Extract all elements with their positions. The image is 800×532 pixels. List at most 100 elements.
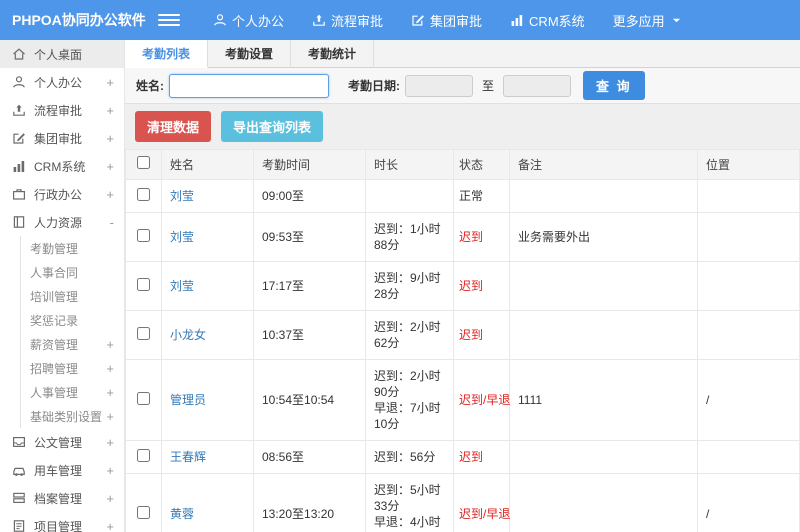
name-cell: 刘莹 xyxy=(161,261,254,311)
sidebar-item[interactable]: 项目管理 + xyxy=(0,512,124,532)
home-icon xyxy=(12,47,26,61)
sidebar-item[interactable]: 薪资管理 + xyxy=(0,332,124,356)
sidebar-item[interactable]: 人事管理 + xyxy=(0,380,124,404)
expand-icon: + xyxy=(106,518,114,532)
sidebar-item[interactable]: 人力资源 - xyxy=(0,208,124,236)
sidebar-item[interactable]: 培训管理 xyxy=(0,284,124,308)
table-row: 王春辉 08:56至 迟到：56分 迟到 xyxy=(125,440,800,474)
sidebar-item-label: 人力资源 xyxy=(34,215,83,230)
search-toolbar: 姓名: 考勤日期: 至 查 询 xyxy=(125,68,800,104)
tab-2[interactable]: 考勤统计 xyxy=(291,40,375,68)
sidebar-item[interactable]: 集团审批 + xyxy=(0,124,124,152)
sidebar-item[interactable]: 奖惩记录 xyxy=(0,308,124,332)
sidebar-item[interactable]: CRM系统 + xyxy=(0,152,124,180)
topnav-label: 个人办公 xyxy=(232,13,285,29)
sidebar-item[interactable]: 考勤管理 xyxy=(0,236,124,260)
row-checkbox[interactable] xyxy=(137,448,150,462)
sidebar-item-label: 流程审批 xyxy=(34,103,83,118)
sidebar-item[interactable]: 个人办公 + xyxy=(0,68,124,96)
select-all-checkbox[interactable] xyxy=(137,156,150,169)
status-cell: 迟到 xyxy=(453,212,510,262)
name-cell: 管理员 xyxy=(161,359,254,441)
tab-0[interactable]: 考勤列表 xyxy=(125,40,209,68)
user-icon xyxy=(12,75,26,89)
location-cell xyxy=(697,179,800,213)
col-header-time: 考勤时间 xyxy=(253,149,366,180)
sidebar-item[interactable]: 档案管理 + xyxy=(0,484,124,512)
expand-icon: + xyxy=(106,186,114,202)
sidebar-item[interactable]: 流程审批 + xyxy=(0,96,124,124)
topbar: PHPOA协同办公软件 个人办公 流程审批 集团审批 CRM系统 更多应用 xyxy=(0,0,800,40)
row-checkbox[interactable] xyxy=(137,391,150,405)
name-cell: 黄蓉 xyxy=(161,473,254,532)
attendance-table-wrap: 姓名 考勤时间 时长 状态 备注 位置 刘莹 09:00至 正常 刘莹 09:53至 迟到… xyxy=(125,149,800,532)
table-row: 黄蓉 13:20至13:20迟到：5小时33分 早退：4小时67分迟到/早退 / xyxy=(125,473,800,532)
row-checkbox[interactable] xyxy=(137,277,150,291)
location-cell xyxy=(697,440,800,474)
expand-icon: + xyxy=(106,360,114,376)
attendance-table: 姓名 考勤时间 时长 状态 备注 位置 刘莹 09:00至 正常 刘莹 09:53至 迟到… xyxy=(125,149,800,532)
tab-1[interactable]: 考勤设置 xyxy=(208,40,292,68)
expand-icon: + xyxy=(106,462,114,478)
employee-name-link[interactable]: 小龙女 xyxy=(170,328,206,342)
employee-name-link[interactable]: 刘莹 xyxy=(170,279,194,293)
name-input[interactable] xyxy=(169,73,329,98)
time-cell: 10:37至 xyxy=(253,310,366,360)
expand-icon: + xyxy=(106,490,114,506)
remark-cell xyxy=(509,179,698,213)
chart-icon xyxy=(510,13,524,27)
row-checkbox[interactable] xyxy=(137,505,150,519)
sidebar-item[interactable]: 基础类别设置 + xyxy=(0,404,124,428)
employee-name-link[interactable]: 管理员 xyxy=(170,393,206,407)
select-all-cell xyxy=(125,149,162,180)
row-checkbox[interactable] xyxy=(137,326,150,340)
user-icon xyxy=(213,13,227,27)
topnav-item[interactable]: 更多应用 xyxy=(602,0,692,40)
menu-toggle-icon[interactable] xyxy=(158,9,180,31)
row-checkbox[interactable] xyxy=(137,187,150,201)
location-cell xyxy=(697,261,800,311)
export-list-button[interactable]: 导出查询列表 xyxy=(221,111,324,142)
app-logo: PHPOA协同办公软件 xyxy=(12,12,146,28)
project-icon xyxy=(12,519,26,532)
date-from-input[interactable] xyxy=(405,74,473,97)
sidebar-item[interactable]: 招聘管理 + xyxy=(0,356,124,380)
sidebar-item[interactable]: 人事合同 xyxy=(0,260,124,284)
topnav-label: 集团审批 xyxy=(430,13,483,29)
employee-name-link[interactable]: 刘莹 xyxy=(170,230,194,244)
name-cell: 王春辉 xyxy=(161,440,254,474)
row-checkbox[interactable] xyxy=(137,228,150,242)
sidebar-item-label: 培训管理 xyxy=(30,289,79,304)
edit-icon xyxy=(411,13,425,27)
employee-name-link[interactable]: 刘莹 xyxy=(170,189,194,203)
sidebar-item[interactable]: 公文管理 + xyxy=(0,428,124,456)
expand-icon: + xyxy=(106,336,114,352)
employee-name-link[interactable]: 黄蓉 xyxy=(170,507,194,521)
employee-name-link[interactable]: 王春辉 xyxy=(170,450,206,464)
col-header-remark: 备注 xyxy=(509,149,698,180)
table-row: 管理员 10:54至10:54 迟到：2小时90分 早退：7小时10分 迟到/早退 11… xyxy=(125,359,800,441)
date-to-input[interactable] xyxy=(503,74,572,97)
sidebar-item[interactable]: 行政办公 + xyxy=(0,180,124,208)
topnav-item[interactable]: CRM系统 xyxy=(499,0,596,40)
expand-icon: + xyxy=(106,158,114,174)
sidebar-item[interactable]: 用车管理 + xyxy=(0,456,124,484)
flow-icon xyxy=(312,13,326,27)
collapse-icon: - xyxy=(109,214,114,230)
table-row: 刘莹 09:00至 正常 xyxy=(125,179,800,213)
edit-icon xyxy=(12,131,26,145)
expand-icon: + xyxy=(106,434,114,450)
duration-cell: 迟到：2小时62分 xyxy=(365,310,454,360)
topnav-item[interactable]: 集团审批 xyxy=(400,0,493,40)
sidebar-item-label: 奖惩记录 xyxy=(30,313,79,328)
search-button[interactable]: 查 询 xyxy=(583,71,645,100)
clean-data-button[interactable]: 清理数据 xyxy=(135,111,212,142)
location-cell xyxy=(697,310,800,360)
topnav-item[interactable]: 个人办公 xyxy=(202,0,295,40)
row-check-cell xyxy=(125,212,162,262)
time-cell: 09:00至 xyxy=(253,179,366,213)
sidebar-item[interactable]: 个人桌面 xyxy=(0,40,124,68)
name-cell: 刘莹 xyxy=(161,212,254,262)
tabbar: 考勤列表 考勤设置 考勤统计 xyxy=(125,40,800,68)
topnav-item[interactable]: 流程审批 xyxy=(301,0,394,40)
